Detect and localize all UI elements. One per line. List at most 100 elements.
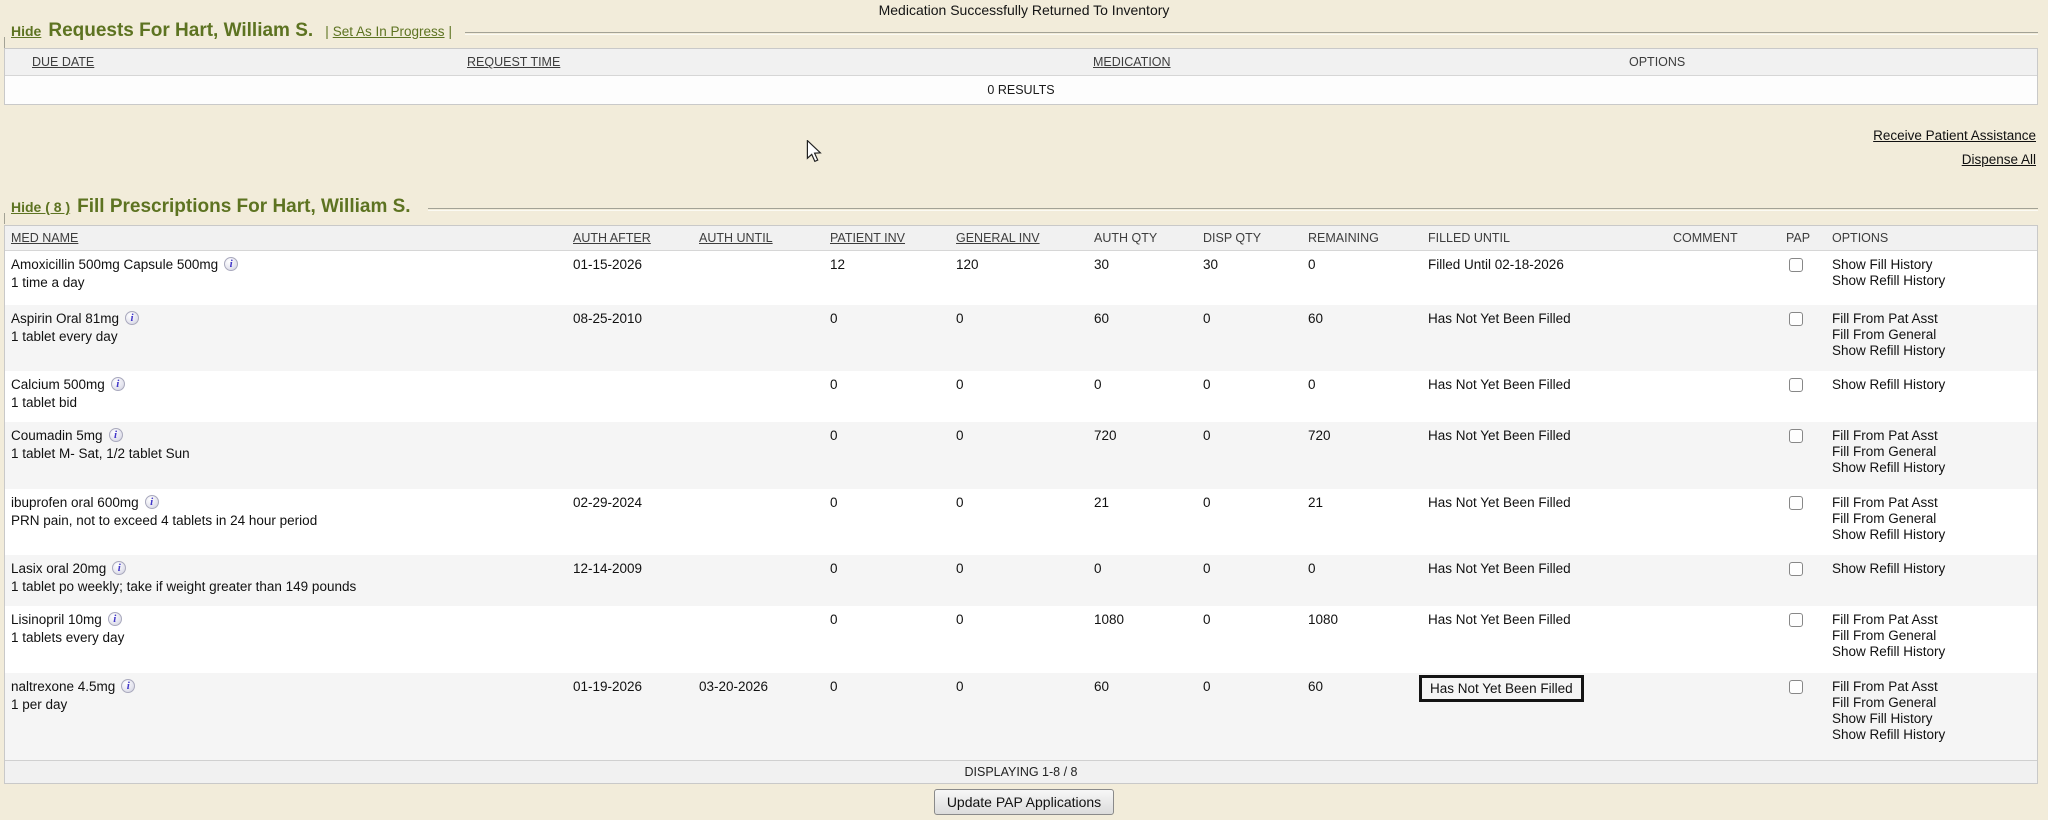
info-icon[interactable]: i: [112, 561, 126, 575]
comment-value: [1667, 555, 1780, 606]
column-header-general-inv[interactable]: GENERAL INV: [950, 226, 1088, 250]
options-cell: Fill From Pat AsstFill From GeneralShow …: [1826, 305, 2037, 371]
remaining-value: 0: [1302, 555, 1422, 606]
comment-value: [1667, 305, 1780, 371]
prescription-row: Amoxicillin 500mg Capsule 500mg i 1 time…: [5, 251, 2037, 305]
prescription-row: ibuprofen oral 600mg i PRN pain, not to …: [5, 489, 2037, 555]
column-header-med-name[interactable]: MED NAME: [5, 226, 567, 250]
pap-cell: [1780, 371, 1826, 422]
show-refill-history-link[interactable]: Show Refill History: [1832, 273, 2037, 289]
column-header-medication[interactable]: MEDICATION: [1093, 55, 1171, 69]
hide-fill-prescriptions-link[interactable]: Hide ( 8 ): [11, 199, 70, 215]
pap-cell: [1780, 555, 1826, 606]
info-icon[interactable]: i: [108, 612, 122, 626]
patient-inv-value: 0: [824, 305, 950, 371]
show-refill-history-link[interactable]: Show Refill History: [1832, 561, 2037, 577]
info-icon[interactable]: i: [145, 495, 159, 509]
auth-qty-value: 0: [1088, 555, 1197, 606]
show-refill-history-link[interactable]: Show Refill History: [1832, 527, 2037, 543]
column-header-request-time[interactable]: REQUEST TIME: [467, 55, 560, 69]
fill-from-general-link[interactable]: Fill From General: [1832, 327, 2037, 343]
show-refill-history-link[interactable]: Show Refill History: [1832, 727, 2037, 743]
options-cell: Fill From Pat AsstFill From GeneralShow …: [1826, 489, 2037, 555]
pap-checkbox[interactable]: [1789, 429, 1803, 443]
pap-cell: [1780, 673, 1826, 760]
general-inv-value: 0: [950, 606, 1088, 673]
update-pap-applications-button[interactable]: Update PAP Applications: [934, 789, 1114, 815]
column-header-remaining: REMAINING: [1302, 226, 1422, 250]
button-row: Update PAP Applications: [0, 789, 2048, 815]
remaining-value: 1080: [1302, 606, 1422, 673]
show-fill-history-link[interactable]: Show Fill History: [1832, 711, 2037, 727]
med-name: Aspirin Oral 81mg: [11, 311, 119, 326]
general-inv-value: 0: [950, 673, 1088, 760]
patient-inv-value: 0: [824, 673, 950, 760]
fill-from-general-link[interactable]: Fill From General: [1832, 511, 2037, 527]
pap-checkbox[interactable]: [1789, 613, 1803, 627]
column-header-auth-after[interactable]: AUTH AFTER: [567, 226, 693, 250]
column-header-comment: COMMENT: [1667, 226, 1780, 250]
info-icon[interactable]: i: [121, 679, 135, 693]
pap-checkbox[interactable]: [1789, 680, 1803, 694]
column-header-due-date[interactable]: DUE DATE: [32, 55, 94, 69]
fill-from-pat-asst-link[interactable]: Fill From Pat Asst: [1832, 612, 2037, 628]
disp-qty-value: 0: [1197, 606, 1302, 673]
hide-requests-link[interactable]: Hide: [11, 23, 41, 39]
info-icon[interactable]: i: [109, 428, 123, 442]
fill-from-pat-asst-link[interactable]: Fill From Pat Asst: [1832, 495, 2037, 511]
show-refill-history-link[interactable]: Show Refill History: [1832, 343, 2037, 359]
info-icon[interactable]: i: [125, 311, 139, 325]
show-refill-history-link[interactable]: Show Refill History: [1832, 644, 2037, 660]
fill-from-general-link[interactable]: Fill From General: [1832, 695, 2037, 711]
show-fill-history-link[interactable]: Show Fill History: [1832, 257, 2037, 273]
column-header-pap: PAP: [1780, 226, 1826, 250]
info-icon[interactable]: i: [111, 377, 125, 391]
show-refill-history-link[interactable]: Show Refill History: [1832, 460, 2037, 476]
prescriptions-table-header: MED NAME AUTH AFTER AUTH UNTIL PATIENT I…: [5, 226, 2037, 251]
receive-patient-assistance-link[interactable]: Receive Patient Assistance: [1873, 128, 2036, 143]
pap-checkbox[interactable]: [1789, 562, 1803, 576]
filled-until-cell: Has Not Yet Been Filled: [1422, 555, 1667, 606]
pap-checkbox[interactable]: [1789, 378, 1803, 392]
fill-from-pat-asst-link[interactable]: Fill From Pat Asst: [1832, 428, 2037, 444]
remaining-value: 0: [1302, 371, 1422, 422]
column-header-patient-inv[interactable]: PATIENT INV: [824, 226, 950, 250]
med-name: Lasix oral 20mg: [11, 561, 106, 576]
fill-from-pat-asst-link[interactable]: Fill From Pat Asst: [1832, 679, 2037, 695]
filled-until-cell: Has Not Yet Been Filled: [1422, 371, 1667, 422]
med-cell: Coumadin 5mg i 1 tablet M- Sat, 1/2 tabl…: [5, 422, 567, 489]
fill-from-general-link[interactable]: Fill From General: [1832, 444, 2037, 460]
remaining-value: 21: [1302, 489, 1422, 555]
pap-checkbox[interactable]: [1789, 312, 1803, 326]
filled-until-cell: Has Not Yet Been Filled: [1422, 489, 1667, 555]
med-sig: 1 tablet M- Sat, 1/2 tablet Sun: [11, 446, 567, 461]
options-cell: Fill From Pat AsstFill From GeneralShow …: [1826, 673, 2037, 760]
column-header-auth-until[interactable]: AUTH UNTIL: [693, 226, 824, 250]
pap-checkbox[interactable]: [1789, 258, 1803, 272]
med-cell: naltrexone 4.5mg i 1 per day: [5, 673, 567, 760]
auth-qty-value: 720: [1088, 422, 1197, 489]
prescriptions-table: MED NAME AUTH AFTER AUTH UNTIL PATIENT I…: [4, 225, 2038, 784]
pap-checkbox[interactable]: [1789, 496, 1803, 510]
disp-qty-value: 30: [1197, 251, 1302, 305]
pharmacy-screen: Medication Successfully Returned To Inve…: [0, 0, 2048, 820]
fill-from-general-link[interactable]: Fill From General: [1832, 628, 2037, 644]
comment-value: [1667, 371, 1780, 422]
med-sig: 1 tablet bid: [11, 395, 567, 410]
options-cell: Show Refill History: [1826, 555, 2037, 606]
auth-until-value: [693, 371, 824, 422]
auth-qty-value: 0: [1088, 371, 1197, 422]
paging-status: DISPLAYING 1-8 / 8: [5, 760, 2037, 783]
prescription-row: Coumadin 5mg i 1 tablet M- Sat, 1/2 tabl…: [5, 422, 2037, 489]
dispense-all-link[interactable]: Dispense All: [1873, 152, 2036, 167]
fill-section-title: Fill Prescriptions For Hart, William S.: [77, 196, 410, 218]
remaining-value: 60: [1302, 673, 1422, 760]
filled-until-value: Has Not Yet Been Filled: [1428, 495, 1571, 510]
med-name: Coumadin 5mg: [11, 428, 103, 443]
show-refill-history-link[interactable]: Show Refill History: [1832, 377, 2037, 393]
info-icon[interactable]: i: [224, 257, 238, 271]
general-inv-value: 0: [950, 371, 1088, 422]
med-name: Calcium 500mg: [11, 377, 105, 392]
fill-from-pat-asst-link[interactable]: Fill From Pat Asst: [1832, 311, 2037, 327]
set-as-in-progress-link[interactable]: Set As In Progress: [333, 24, 445, 39]
